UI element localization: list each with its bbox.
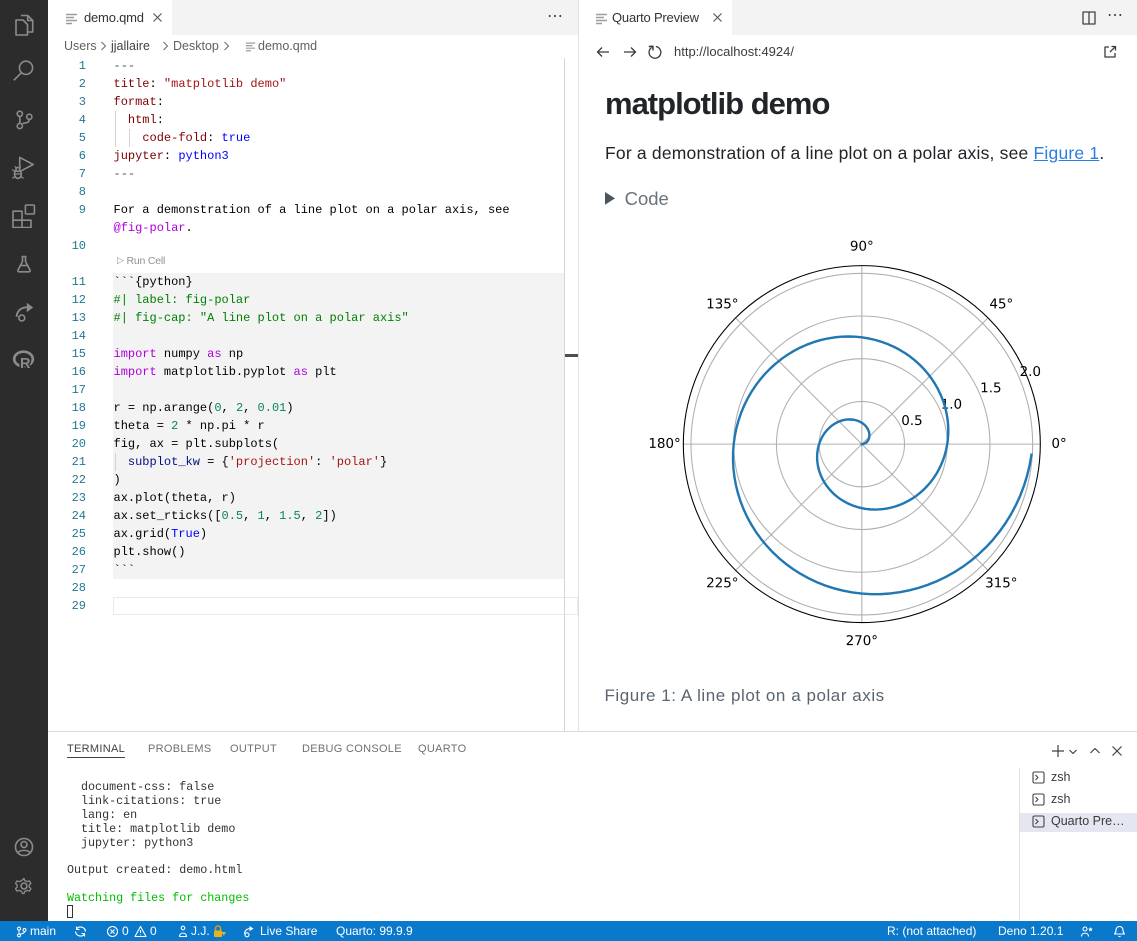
svg-text:R: R [20, 356, 31, 372]
